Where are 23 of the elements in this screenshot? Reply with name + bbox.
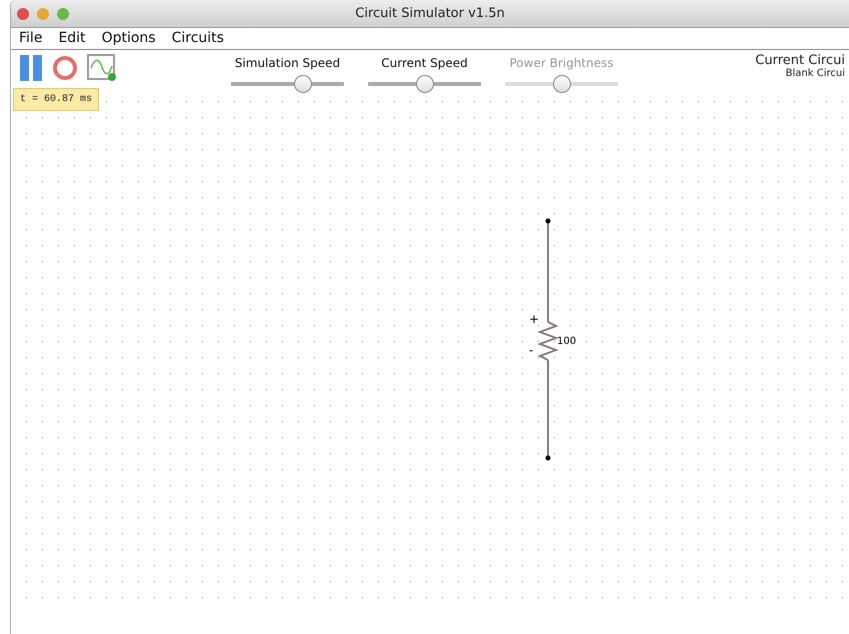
- resistance-label: 100: [557, 336, 576, 347]
- menu-item[interactable]: Circuits: [164, 28, 232, 49]
- pause-icon[interactable]: [19, 54, 43, 82]
- menu-item[interactable]: Edit: [50, 28, 94, 49]
- slider-label: Power Brightness: [508, 55, 614, 72]
- slider-label: Simulation Speed: [234, 55, 342, 72]
- window-title: Circuit Simulator v1.5n: [355, 4, 505, 22]
- circuit-name: Blank Circui: [784, 68, 845, 80]
- zoom-button[interactable]: [57, 8, 69, 20]
- slider-label: Current Speed: [380, 55, 469, 72]
- current-circuit-label: Current Circui: [755, 54, 845, 68]
- time-label: t = 60.87 ms: [13, 88, 100, 111]
- minimize-button[interactable]: [37, 8, 49, 20]
- resistor-drawing[interactable]: [537, 218, 559, 460]
- minus-label: -: [529, 343, 534, 357]
- reset-icon[interactable]: [51, 54, 79, 82]
- menu-item[interactable]: File: [11, 28, 50, 49]
- menu-item[interactable]: Options: [94, 28, 164, 49]
- scope-icon[interactable]: [87, 54, 117, 82]
- slider-thumb[interactable]: [416, 75, 434, 93]
- slider-thumb[interactable]: [294, 75, 312, 93]
- plus-label: +: [529, 312, 540, 326]
- close-button[interactable]: [17, 8, 29, 20]
